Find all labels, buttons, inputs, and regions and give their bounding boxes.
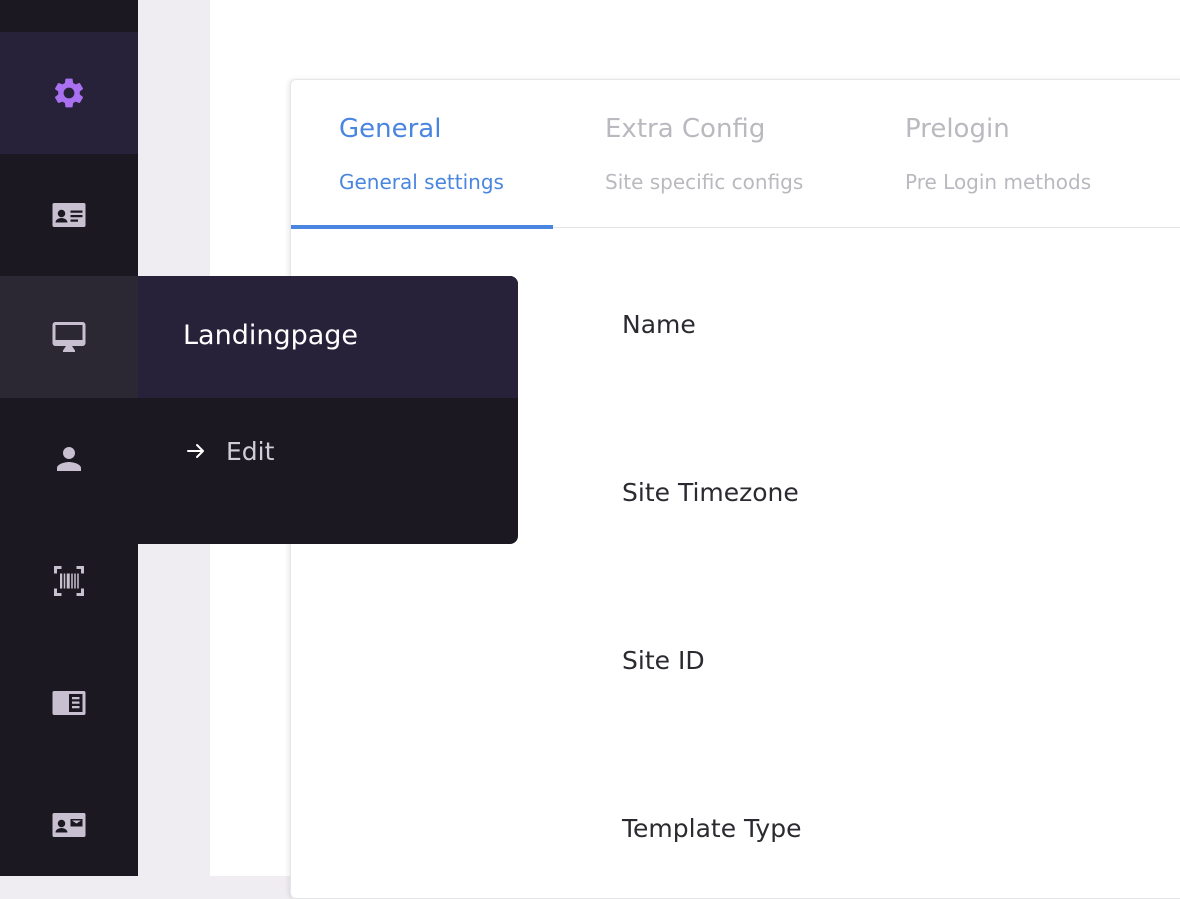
site-id-label: Site ID	[622, 646, 705, 675]
site-timezone-label: Site Timezone	[622, 478, 799, 507]
page-layout-icon	[52, 691, 86, 715]
sidebar-item-landingpage[interactable]	[0, 276, 138, 398]
name-label: Name	[622, 310, 696, 339]
tab-subtitle: Pre Login methods	[905, 170, 1092, 194]
user-icon	[57, 447, 81, 471]
id-card-icon	[52, 203, 86, 227]
tab-title: Prelogin	[905, 114, 1010, 144]
template-type-label: Template Type	[622, 814, 802, 843]
tab-subtitle: Site specific configs	[605, 170, 804, 194]
sidebar-item-settings[interactable]	[0, 32, 138, 154]
tab-bar: General General settings Extra Config Si…	[291, 80, 1180, 229]
tab-title: Extra Config	[605, 114, 766, 144]
sidebar-item-page-layout[interactable]	[0, 642, 138, 764]
arrow-right-icon	[187, 444, 204, 458]
flyout-link-label: Edit	[226, 436, 275, 466]
flyout-link-edit[interactable]: Edit	[184, 434, 484, 468]
sidebar-item-id-card[interactable]	[0, 154, 138, 276]
sidebar-item-user[interactable]	[0, 398, 138, 520]
monitor-icon	[52, 322, 86, 352]
sidebar-item-contact-mail[interactable]	[0, 764, 138, 886]
tab-prelogin[interactable]: Prelogin Pre Login methods	[857, 80, 1157, 228]
barcode-scan-icon	[54, 566, 84, 596]
flyout-title: Landingpage	[183, 320, 359, 351]
sidebar	[0, 0, 138, 876]
tab-extra-config[interactable]: Extra Config Site specific configs	[557, 80, 857, 228]
sidebar-flyout-menu: Landingpage Edit	[138, 276, 518, 544]
gear-icon	[54, 78, 84, 108]
tab-title: General	[339, 114, 442, 144]
flyout-header: Landingpage	[138, 276, 518, 398]
contact-mail-icon	[52, 813, 86, 837]
tab-subtitle: General settings	[339, 170, 504, 194]
tab-general[interactable]: General General settings	[291, 80, 553, 229]
sidebar-item-barcode[interactable]	[0, 520, 138, 642]
